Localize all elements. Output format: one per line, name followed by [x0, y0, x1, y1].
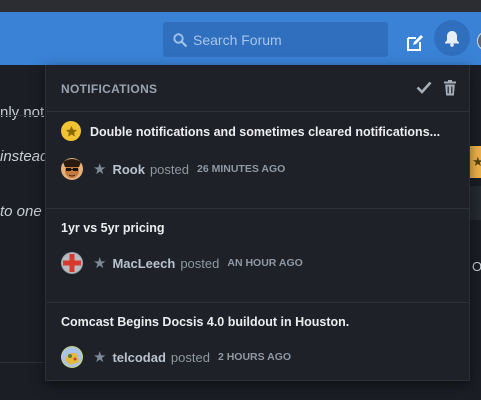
notifications-dropdown: NOTIFICATIONS Double notifications and s…: [45, 65, 470, 381]
timestamp: AN HOUR AGO: [227, 257, 303, 269]
star-icon[interactable]: ★: [93, 254, 106, 272]
trash-icon[interactable]: [443, 80, 457, 96]
avatar: [61, 346, 83, 368]
notification-verb: posted: [180, 255, 220, 271]
background-block: [470, 186, 481, 220]
background-text: nly not: [0, 104, 45, 121]
notification-verb: posted: [149, 161, 189, 177]
search-icon: [173, 32, 187, 47]
star-icon: ★: [472, 154, 481, 169]
star-icon: [65, 125, 77, 136]
notifications-title: NOTIFICATIONS: [61, 82, 158, 96]
notification-meta: ★ MacLeech posted AN HOUR AGO: [61, 252, 303, 274]
bell-icon: [445, 30, 459, 47]
notifications-header: NOTIFICATIONS: [46, 65, 469, 112]
search-bar[interactable]: Search Forum: [163, 22, 388, 57]
avatar: [61, 252, 83, 274]
edit-icon[interactable]: [405, 33, 425, 53]
browser-top-strip: [0, 0, 481, 12]
unread-star-badge: [61, 121, 81, 141]
timestamp: 26 MINUTES AGO: [197, 163, 286, 175]
star-icon[interactable]: ★: [93, 348, 106, 366]
notification-item[interactable]: 1yr vs 5yr pricing ★ MacLeech posted AN …: [46, 209, 469, 303]
notification-item[interactable]: Double notifications and sometimes clear…: [46, 112, 469, 209]
username[interactable]: telcodad: [112, 350, 165, 365]
notification-item[interactable]: Comcast Begins Docsis 4.0 buildout in Ho…: [46, 303, 469, 380]
divider: [0, 115, 46, 116]
username[interactable]: Rook: [112, 162, 145, 177]
notification-title: 1yr vs 5yr pricing: [61, 221, 165, 235]
background-text: instead: [0, 148, 49, 165]
background-text: O: [472, 259, 481, 274]
forum-header: Search Forum: [0, 12, 481, 65]
notifications-bell-button[interactable]: [434, 20, 470, 56]
search-input[interactable]: Search Forum: [193, 32, 282, 48]
notification-verb: posted: [170, 349, 210, 365]
notification-meta: ★ telcodad posted 2 HOURS AGO: [61, 346, 291, 368]
background-text: to one: [0, 203, 42, 220]
avatar: [61, 158, 83, 180]
star-icon[interactable]: ★: [93, 160, 106, 178]
check-icon[interactable]: [416, 80, 432, 94]
notification-title: Double notifications and sometimes clear…: [90, 125, 441, 139]
user-avatar[interactable]: [477, 31, 481, 51]
timestamp: 2 HOURS AGO: [217, 351, 292, 363]
notification-title: Comcast Begins Docsis 4.0 buildout in Ho…: [61, 315, 350, 329]
username[interactable]: MacLeech: [112, 256, 175, 271]
notification-meta: ★ Rook posted 26 MINUTES AGO: [61, 158, 285, 180]
